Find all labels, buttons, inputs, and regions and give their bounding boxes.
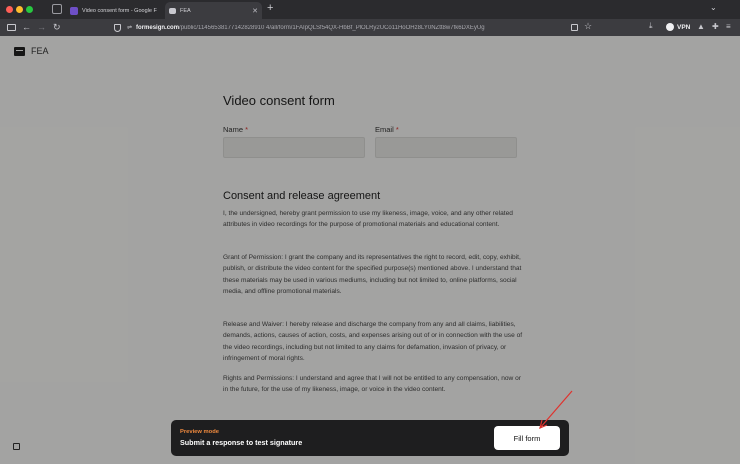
google-forms-favicon-icon [70,6,78,15]
close-tab-icon[interactable]: ✕ [252,7,258,15]
tab-title: FEA [180,7,191,14]
fill-form-button[interactable]: Fill form [494,426,560,450]
bookmark-star-icon[interactable]: ☆ [584,21,592,32]
minimize-window-button[interactable] [16,6,23,13]
back-arrow-icon[interactable]: ← [22,21,31,33]
url-path: /public/11456538177142828910 4/all/form/… [179,24,485,31]
reader-mode-icon[interactable] [571,24,578,31]
tab-list-chevron-icon[interactable]: ⌄ [710,3,717,12]
tab-video-consent-form[interactable]: Video consent form - Google F [66,2,162,19]
preview-mode-bar: Preview mode Submit a response to test s… [171,420,569,456]
tab-overview-icon[interactable] [52,4,62,14]
flag-icon[interactable] [13,443,20,450]
tab-fea[interactable]: FEA ✕ [165,2,262,19]
maximize-window-button[interactable] [26,6,33,13]
close-window-button[interactable] [6,6,13,13]
browser-tab-bar: Video consent form - Google F FEA ✕ + ⌄ [0,0,740,19]
url-domain: formesign.com [136,24,180,31]
browser-toolbar: ← → ↻ ⇌ formesign.com /public/1145653817… [0,19,740,36]
preview-message: Submit a response to test signature [180,438,303,447]
address-bar[interactable]: ⇌ formesign.com /public/1145653817714282… [114,21,598,34]
preview-dim-overlay [0,36,740,464]
fea-favicon-icon [169,7,176,14]
download-icon[interactable]: ⤓ [649,21,653,31]
preview-mode-label: Preview mode [180,429,219,435]
shield-icon[interactable] [114,23,121,32]
vpn-label: VPN [677,23,691,31]
vpn-button[interactable]: VPN [666,23,690,31]
tab-title: Video consent form - Google F [82,7,157,14]
web-page: FEA Video consent form Name * Email * Co… [0,36,740,464]
reload-icon[interactable]: ↻ [53,21,61,33]
new-tab-button[interactable]: + [267,2,273,14]
menu-icon[interactable]: ≡ [726,22,731,31]
site-settings-icon[interactable]: ⇌ [127,24,132,31]
brave-rewards-icon[interactable]: ▲ [697,22,705,31]
sidebar-toggle-icon[interactable] [7,24,16,31]
extensions-puzzle-icon[interactable]: ✚ [712,22,719,31]
forward-arrow-icon[interactable]: → [37,21,46,33]
vpn-icon [666,23,674,31]
